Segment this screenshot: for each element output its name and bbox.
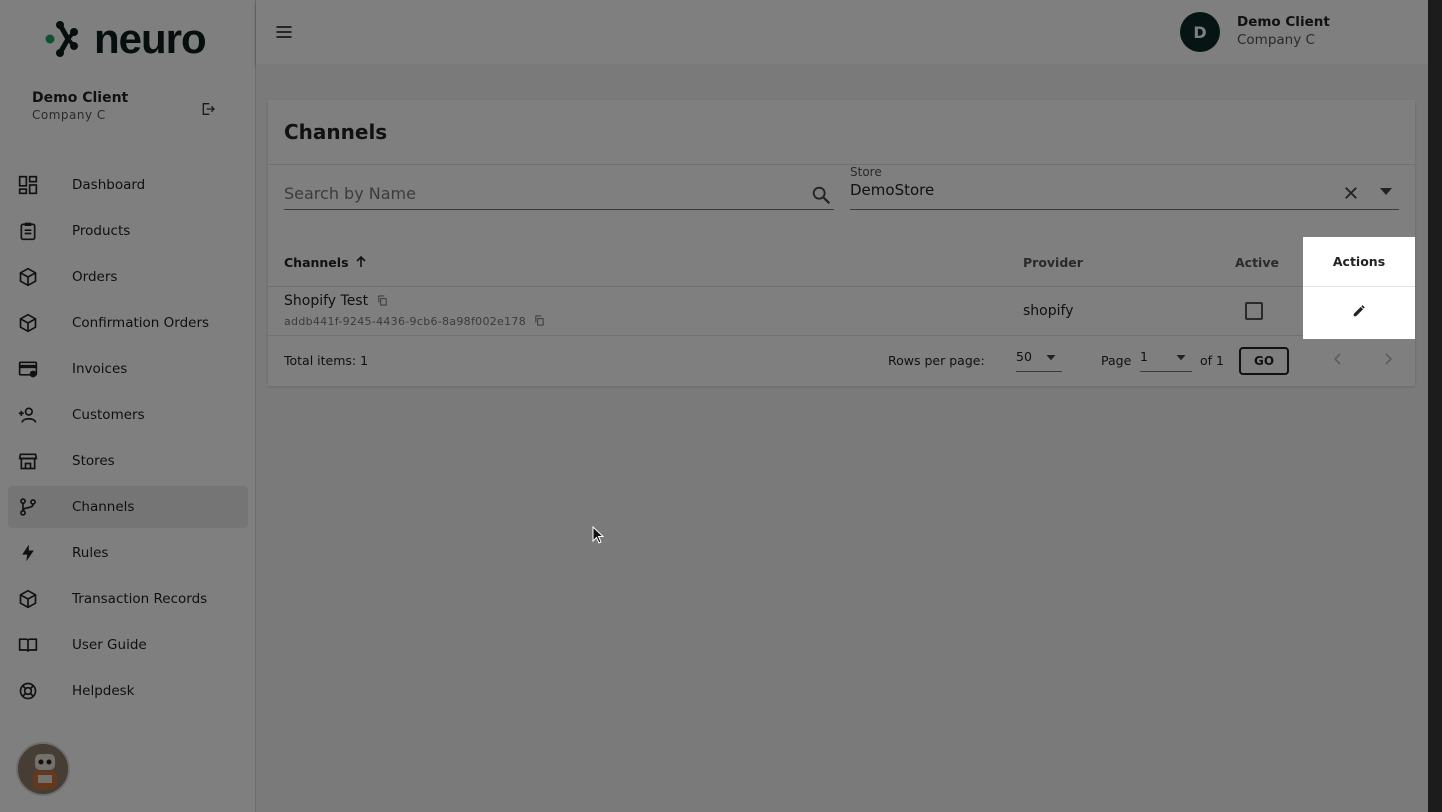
table-row-provider: shopify — [1023, 303, 1074, 319]
sidebar-item-label: Customers — [72, 407, 145, 423]
clear-icon[interactable] — [1342, 184, 1360, 202]
top-app-bar: D Demo Client Company C — [256, 0, 1428, 64]
go-button[interactable]: GO — [1239, 347, 1289, 375]
sidebar-item-channels[interactable]: Channels — [8, 486, 248, 528]
sidebar-item-label: Transaction Records — [72, 591, 208, 607]
mouse-cursor-icon — [592, 526, 604, 544]
sidebar-item-label: Channels — [72, 499, 135, 515]
channels-card: Channels Store DemoStore Channels Provid… — [268, 100, 1415, 386]
actions-column-highlight: Actions — [1303, 237, 1415, 339]
copy-icon[interactable] — [534, 315, 545, 326]
invoice-card-icon — [18, 361, 38, 378]
assistant-bot-avatar[interactable] — [16, 742, 70, 796]
window-edge — [1428, 0, 1442, 812]
sidebar-item-rules[interactable]: Rules — [8, 532, 248, 574]
edit-icon[interactable] — [1352, 304, 1366, 318]
chevron-down-icon — [1046, 355, 1056, 361]
chevron-left-icon[interactable] — [1332, 353, 1344, 365]
column-label: Channels — [284, 255, 349, 270]
rows-per-page-label: Rows per page: — [888, 353, 985, 368]
table-row-name: Shopify Test — [284, 293, 388, 309]
sidebar: neuro Demo Client Company C Dashboard Pr… — [0, 0, 256, 812]
total-items: Total items: 1 — [284, 353, 369, 368]
sidebar-item-customers[interactable]: Customers — [8, 394, 248, 436]
logo-mark-icon — [45, 21, 78, 57]
arrow-up-icon[interactable] — [355, 256, 367, 268]
book-icon — [18, 638, 38, 652]
topbar-user-name: Demo Client — [1237, 14, 1330, 30]
store-icon — [18, 453, 38, 470]
column-header-active: Active — [1235, 255, 1279, 270]
menu-icon[interactable] — [274, 22, 294, 42]
search-icon[interactable] — [810, 184, 832, 206]
copy-icon[interactable] — [377, 295, 388, 306]
divider — [268, 286, 1415, 287]
table-row-id: addb441f-9245-4436-9cb6-8a98f002e178 — [284, 315, 545, 328]
sidebar-nav: Dashboard Products Orders Confirmation O… — [8, 164, 248, 716]
user-avatar[interactable]: D — [1180, 12, 1220, 52]
column-header-provider: Provider — [1023, 255, 1083, 270]
column-header-actions: Actions — [1303, 237, 1415, 287]
sidebar-item-products[interactable]: Products — [8, 210, 248, 252]
chevron-down-icon — [1176, 355, 1186, 361]
lifebuoy-icon — [19, 682, 37, 700]
sidebar-item-label: Invoices — [72, 361, 128, 377]
store-select[interactable]: Store DemoStore — [850, 164, 1399, 210]
sidebar-item-user-guide[interactable]: User Guide — [8, 624, 248, 666]
sidebar-item-label: Rules — [72, 545, 109, 561]
logout-icon[interactable] — [200, 101, 216, 117]
clipboard-icon — [20, 222, 36, 241]
page-count: of 1 — [1200, 353, 1224, 368]
sidebar-item-dashboard[interactable]: Dashboard — [8, 164, 248, 206]
fork-icon — [20, 498, 36, 516]
sidebar-item-helpdesk[interactable]: Helpdesk — [8, 670, 248, 712]
sidebar-item-label: User Guide — [72, 637, 147, 653]
sidebar-item-stores[interactable]: Stores — [8, 440, 248, 482]
sidebar-item-label: Stores — [72, 453, 115, 469]
divider — [268, 335, 1415, 336]
rows-per-page-value: 50 — [1016, 349, 1032, 364]
active-checkbox[interactable] — [1245, 302, 1263, 320]
topbar-user-company: Company C — [1237, 32, 1315, 48]
box-icon — [19, 313, 37, 333]
logo-text: neuro — [94, 15, 207, 62]
box-icon — [19, 589, 37, 609]
chevron-down-icon[interactable] — [1380, 188, 1392, 196]
store-label: Store — [850, 165, 882, 179]
search-field[interactable] — [284, 180, 834, 210]
sidebar-item-label: Orders — [72, 269, 118, 285]
column-header-channels[interactable]: Channels — [284, 255, 367, 270]
box-icon — [19, 267, 37, 287]
page-select[interactable]: 1 — [1140, 346, 1192, 372]
chevron-right-icon[interactable] — [1382, 353, 1394, 365]
add-user-icon — [18, 407, 37, 423]
channel-name: Shopify Test — [284, 293, 369, 309]
sidebar-item-confirmation-orders[interactable]: Confirmation Orders — [8, 302, 248, 344]
rows-per-page-select[interactable]: 50 — [1016, 346, 1062, 372]
bolt-icon — [22, 544, 34, 562]
brand-logo[interactable]: neuro — [44, 15, 207, 62]
dashboard-icon — [18, 175, 38, 195]
sidebar-item-label: Confirmation Orders — [72, 315, 210, 331]
channel-id: addb441f-9245-4436-9cb6-8a98f002e178 — [284, 315, 527, 328]
sidebar-item-label: Helpdesk — [72, 683, 135, 699]
sidebar-item-label: Dashboard — [72, 177, 146, 193]
page-value: 1 — [1140, 349, 1148, 364]
sidebar-item-invoices[interactable]: Invoices — [8, 348, 248, 390]
store-value: DemoStore — [850, 181, 935, 199]
page-label: Page — [1101, 353, 1132, 368]
search-input[interactable] — [284, 180, 784, 203]
sidebar-item-orders[interactable]: Orders — [8, 256, 248, 298]
page-title: Channels — [284, 120, 388, 144]
sidebar-item-transaction-records[interactable]: Transaction Records — [8, 578, 248, 620]
robot-icon — [18, 744, 68, 794]
sidebar-item-label: Products — [72, 223, 131, 239]
